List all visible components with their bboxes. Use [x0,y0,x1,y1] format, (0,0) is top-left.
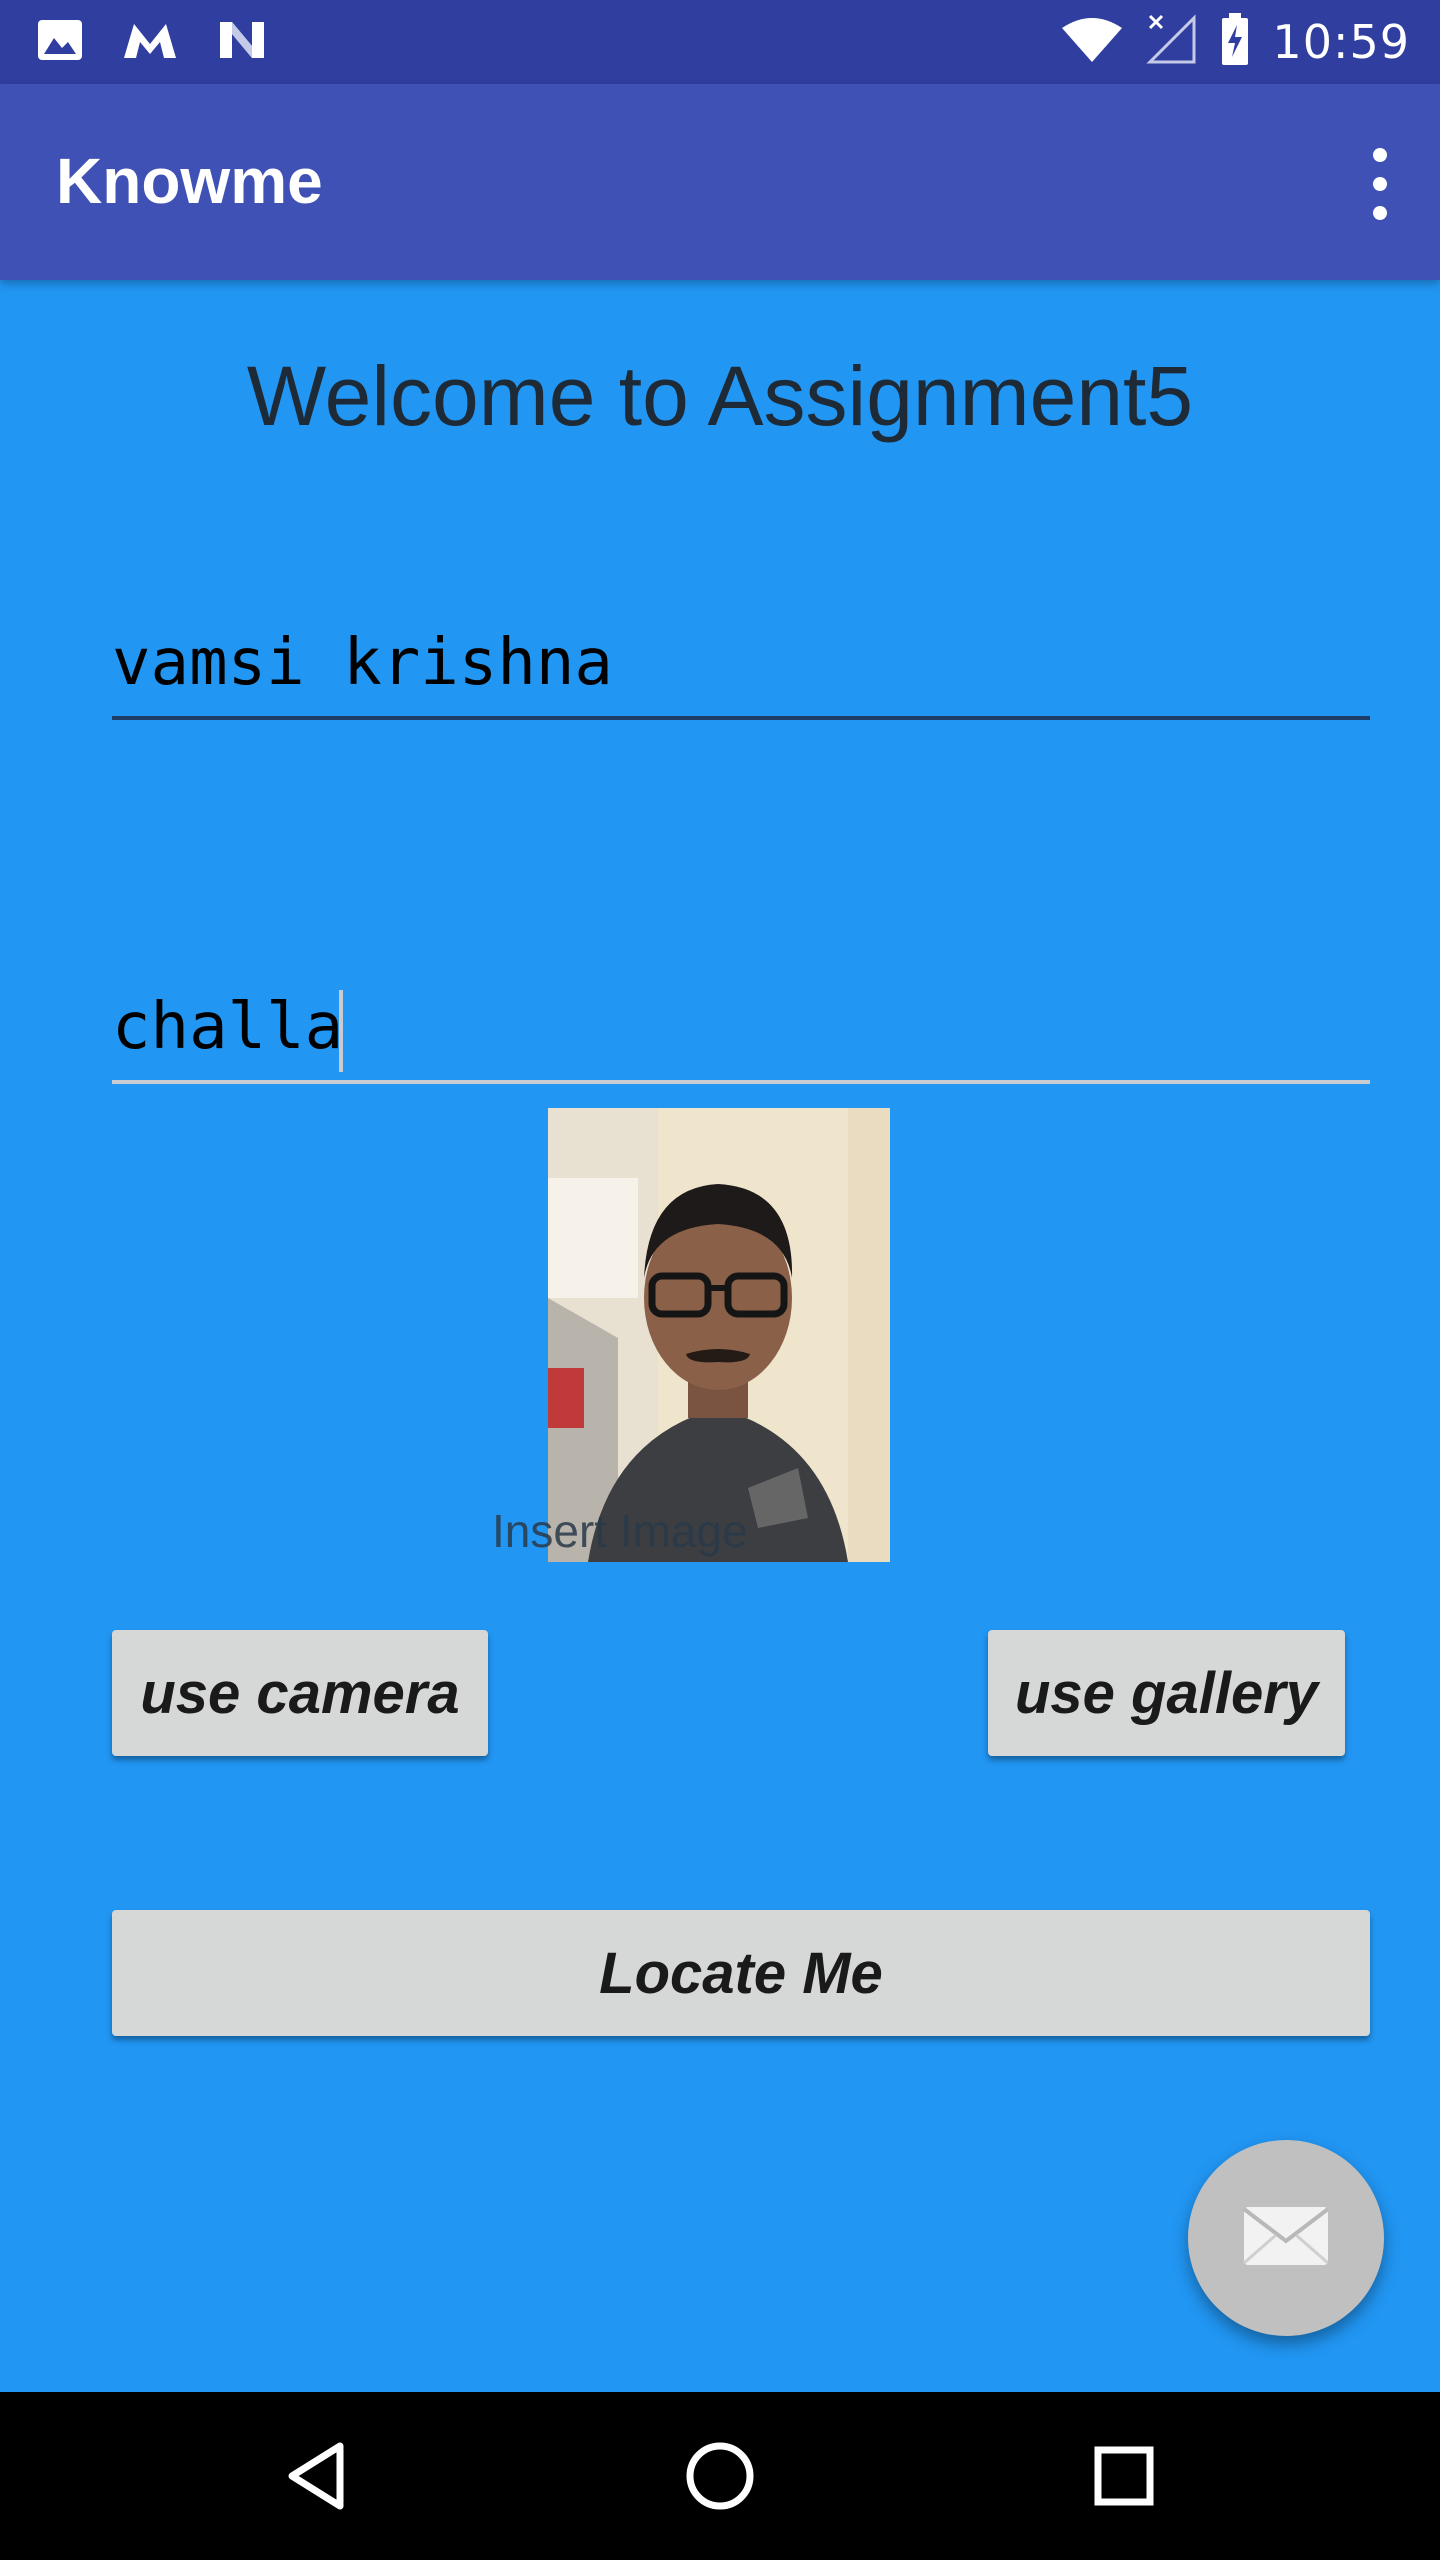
status-time: 10:59 [1272,15,1410,69]
insert-image-label: Insert Image [492,1505,748,1557]
wifi-icon [1060,16,1124,68]
use-gallery-button[interactable]: use gallery [988,1630,1345,1756]
use-camera-button[interactable]: use camera [112,1630,488,1756]
last-name-field-container [112,980,1370,1084]
overflow-menu-icon[interactable] [1360,148,1400,220]
first-name-field-container [112,616,1370,720]
battery-charging-icon [1220,13,1250,71]
status-bar: 10:59 [0,0,1440,84]
text-cursor [339,990,343,1072]
welcome-heading: Welcome to Assignment5 [246,349,1194,443]
gmail-icon [120,20,180,64]
recents-icon[interactable] [1074,2426,1174,2526]
app-bar: Knowme [0,84,1440,280]
last-name-field[interactable] [112,980,1370,1080]
first-name-field[interactable] [112,616,1370,716]
n-icon [216,18,268,66]
system-nav-bar [0,2392,1440,2560]
mail-fab-button[interactable] [1188,2140,1384,2336]
locate-me-button[interactable]: Locate Me [112,1910,1370,2036]
image-icon [36,18,84,66]
no-signal-icon [1146,14,1198,70]
profile-photo[interactable] [548,1108,890,1562]
back-icon[interactable] [266,2426,366,2526]
home-icon[interactable] [670,2426,770,2526]
app-title: Knowme [56,145,323,217]
mail-icon [1242,2205,1330,2271]
